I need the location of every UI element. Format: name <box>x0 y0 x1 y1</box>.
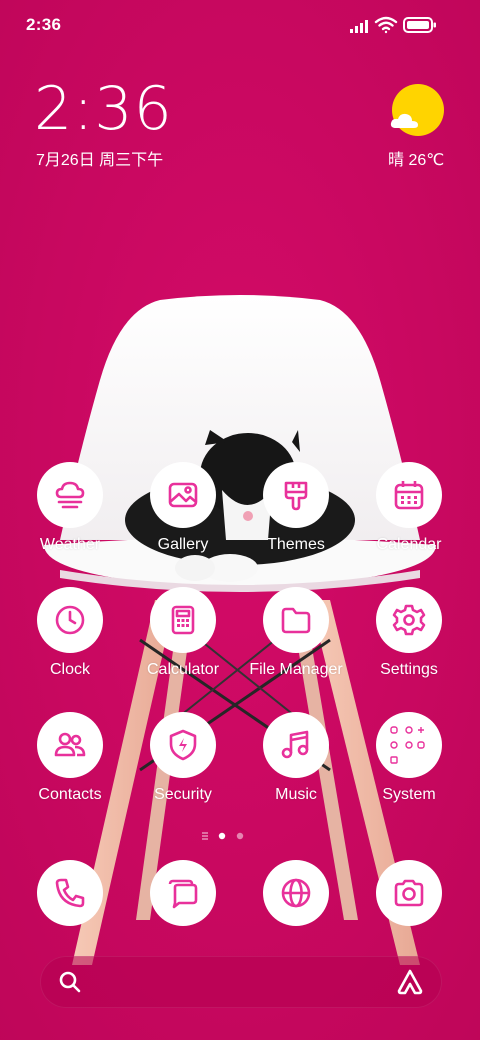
dock-browser[interactable] <box>241 860 351 926</box>
search-icon <box>58 970 82 999</box>
app-themes[interactable]: Themes <box>241 462 351 554</box>
app-label: Music <box>275 786 317 803</box>
status-bar: 2:36 <box>0 0 480 50</box>
dock-camera[interactable] <box>354 860 464 926</box>
cloud-icon <box>390 113 418 128</box>
app-label: Clock <box>49 661 90 678</box>
music-icon <box>279 728 313 762</box>
battery-icon <box>403 17 436 33</box>
status-time: 2:36 <box>26 15 62 34</box>
assistant-icon[interactable] <box>396 968 424 1001</box>
themes-icon <box>279 478 313 512</box>
calculator-icon <box>166 603 200 637</box>
app-calendar[interactable]: Calendar <box>354 462 464 554</box>
app-weather[interactable]: Weather <box>15 462 125 554</box>
dock-phone[interactable] <box>15 860 125 926</box>
calendar-icon <box>392 478 426 512</box>
gallery-icon <box>166 478 200 512</box>
system-folder-icon <box>388 724 430 766</box>
app-label: Weather <box>39 536 101 553</box>
app-label: Calendar <box>376 536 442 553</box>
app-settings[interactable]: Settings <box>354 587 464 679</box>
app-contacts[interactable]: Contacts <box>15 712 125 804</box>
search-bar[interactable] <box>40 956 442 1008</box>
app-label: Settings <box>380 661 438 678</box>
app-music[interactable]: Music <box>241 712 351 804</box>
app-security[interactable]: Security <box>128 712 238 804</box>
messages-icon <box>166 876 200 910</box>
app-gallery[interactable]: Gallery <box>128 462 238 554</box>
shield-icon <box>166 728 200 762</box>
weather-icon <box>53 478 87 512</box>
clock-icon <box>53 603 87 637</box>
wifi-icon <box>374 16 398 34</box>
app-calculator[interactable]: Calculator <box>128 587 238 679</box>
app-label: Gallery <box>157 536 209 553</box>
signal-icon <box>350 20 368 33</box>
app-label: Calculator <box>146 661 220 678</box>
app-label: Security <box>154 786 212 803</box>
app-clock[interactable]: Clock <box>15 587 125 679</box>
contacts-icon <box>53 728 87 762</box>
camera-icon <box>392 876 426 910</box>
app-label: Themes <box>267 536 325 553</box>
widget-date[interactable]: 7月26日 周三下午 <box>36 146 163 170</box>
page-dot-active <box>218 832 226 840</box>
gear-icon <box>392 603 426 637</box>
status-icons <box>350 16 436 34</box>
weather-text: 晴 26℃ <box>388 152 445 169</box>
browser-icon <box>279 876 313 910</box>
page-indicator[interactable] <box>200 830 260 842</box>
folder-icon <box>279 603 313 637</box>
dock-messages[interactable] <box>128 860 238 926</box>
app-file-manager[interactable]: File Manager <box>241 587 351 679</box>
page-dot <box>236 832 244 840</box>
weather-widget[interactable]: 晴 26℃ <box>384 80 456 170</box>
app-label: File Manager <box>249 661 343 678</box>
app-label: Contacts <box>38 786 102 803</box>
app-system-folder[interactable]: System <box>354 712 464 804</box>
phone-icon <box>53 876 87 910</box>
widget-clock[interactable]: 2:36 <box>34 76 173 142</box>
app-label: System <box>382 786 436 803</box>
app-drawer-icon <box>202 832 208 840</box>
